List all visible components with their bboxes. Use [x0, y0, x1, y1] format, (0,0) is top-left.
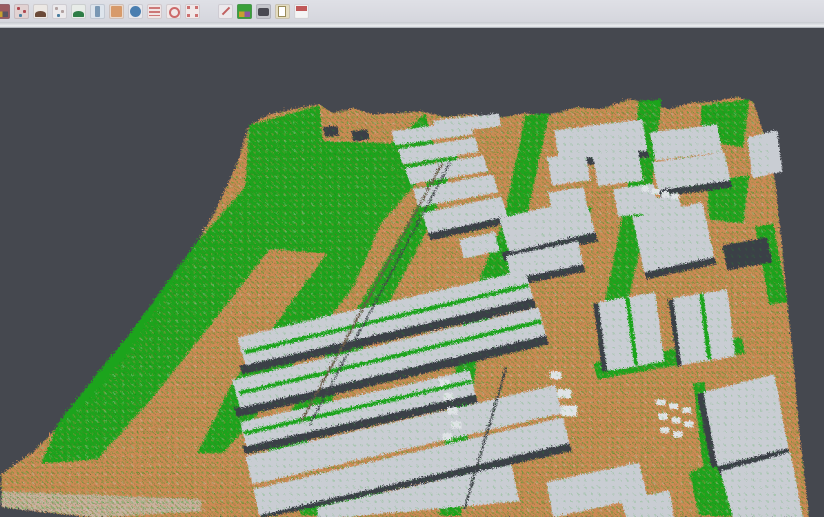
classify-icon[interactable]	[0, 4, 10, 19]
target-icon[interactable]	[166, 4, 181, 19]
column-icon-glyph	[95, 6, 100, 17]
export-icon-glyph	[278, 6, 286, 17]
terrain-group	[0, 28, 824, 517]
vegetation-icon[interactable]	[71, 4, 86, 19]
classification-palette-icon[interactable]	[237, 4, 252, 19]
camera-icon-glyph	[258, 8, 269, 16]
globe-icon-glyph	[130, 6, 141, 17]
sparse-points-icon[interactable]	[52, 4, 67, 19]
disable-icon-glyph	[222, 6, 230, 14]
sparse-points-icon-glyph	[55, 7, 58, 10]
classification-palette-icon-glyph	[239, 6, 250, 17]
roof-speckle-layer	[0, 28, 824, 517]
terrain-icon[interactable]	[33, 4, 48, 19]
points-icon-glyph	[17, 7, 20, 10]
vegetation-icon-glyph	[73, 11, 84, 17]
column-icon[interactable]	[90, 4, 105, 19]
main-toolbar	[0, 0, 824, 22]
target-icon-glyph	[169, 7, 180, 18]
classify-icon-glyph	[0, 6, 8, 17]
layers-icon[interactable]	[147, 4, 162, 19]
app-window	[0, 0, 824, 517]
point-cloud-scene	[0, 28, 824, 517]
crop-icon-glyph	[187, 6, 190, 9]
points-icon[interactable]	[14, 4, 29, 19]
terrain-icon-glyph	[35, 11, 46, 17]
ground-icon-glyph	[111, 6, 122, 17]
disable-icon[interactable]	[218, 4, 233, 19]
export-icon[interactable]	[275, 4, 290, 19]
3d-viewport[interactable]	[0, 28, 824, 517]
flag-icon[interactable]	[294, 4, 309, 19]
crop-icon[interactable]	[185, 4, 200, 19]
camera-icon[interactable]	[256, 4, 271, 19]
layers-icon-glyph	[149, 7, 160, 16]
globe-icon[interactable]	[128, 4, 143, 19]
ground-icon[interactable]	[109, 4, 124, 19]
flag-icon-glyph	[296, 6, 307, 17]
